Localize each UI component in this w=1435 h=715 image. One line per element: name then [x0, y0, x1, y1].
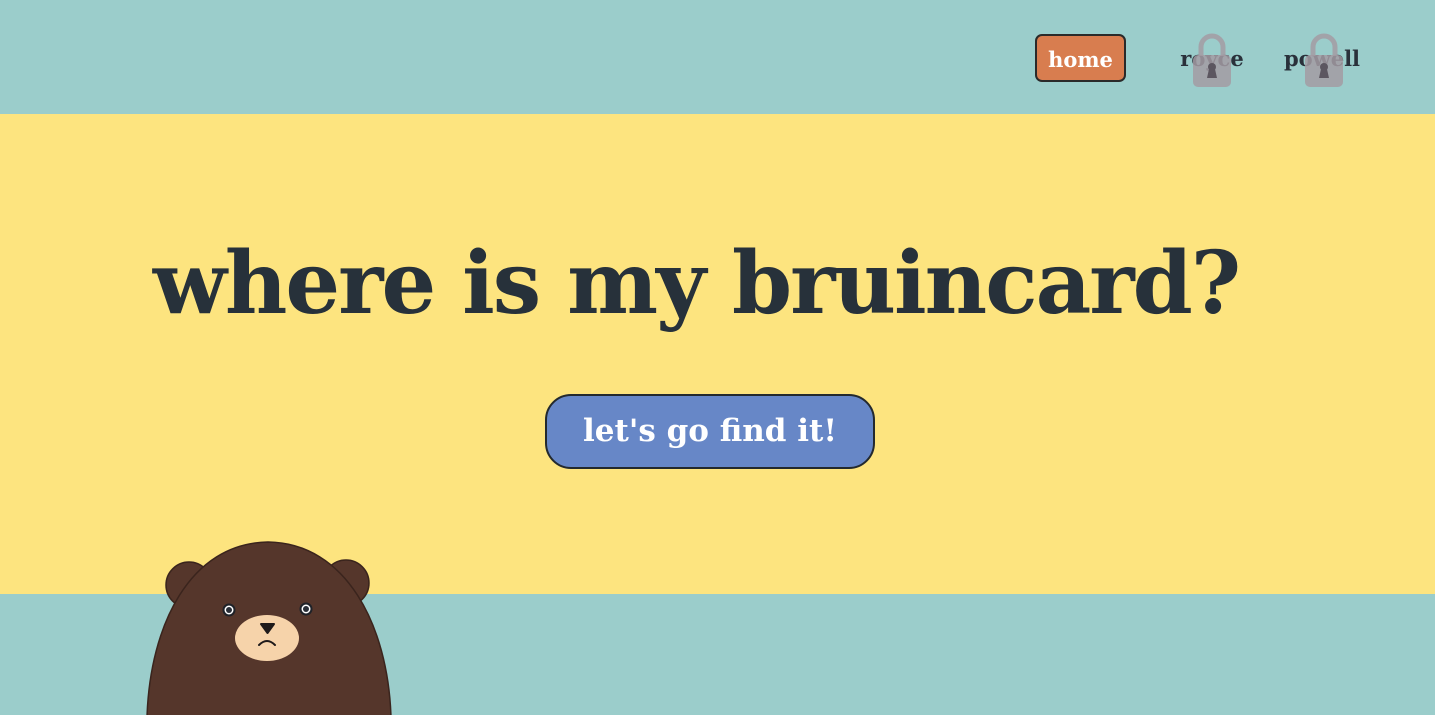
- page-title: where is my bruincard?: [152, 233, 1241, 334]
- page: home royce powell where is my bruincard?…: [0, 0, 1435, 715]
- bear-illustration: [146, 541, 392, 715]
- hero-section: where is my bruincard? let's go find it!: [0, 114, 1435, 594]
- find-it-button[interactable]: let's go find it!: [545, 394, 875, 469]
- nav-home-button[interactable]: home: [1035, 34, 1126, 82]
- top-nav-bar: home royce powell: [0, 0, 1435, 114]
- nav-powell-link[interactable]: powell: [1283, 36, 1361, 82]
- nav-royce-link[interactable]: royce: [1176, 36, 1248, 82]
